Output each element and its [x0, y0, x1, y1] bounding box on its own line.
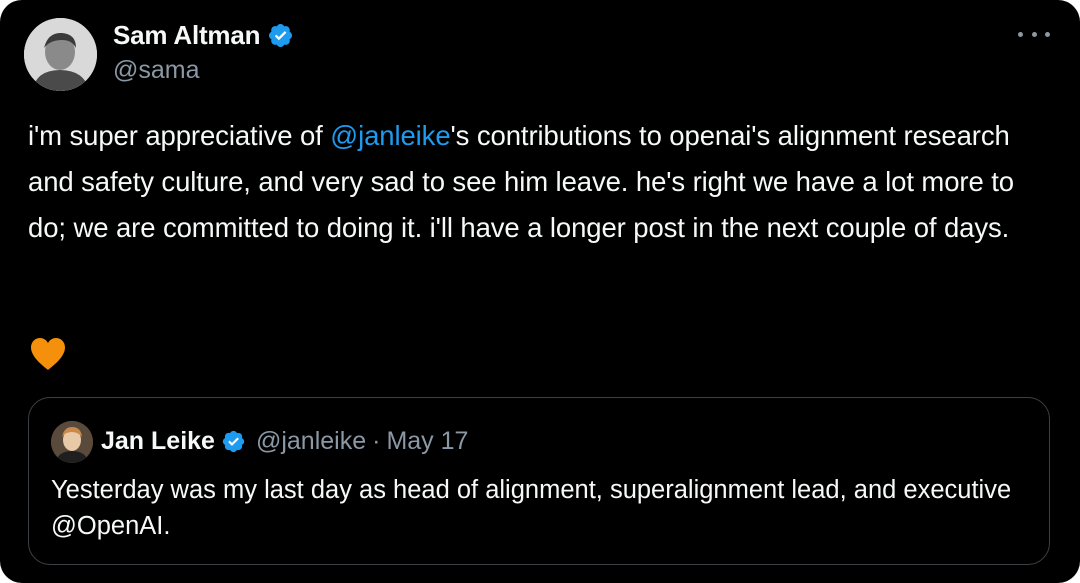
tweet-card: Sam Altman @sama i'm super appreciative … — [0, 0, 1080, 583]
quoted-tweet-date[interactable]: May 17 — [386, 427, 468, 456]
author-avatar[interactable] — [24, 18, 97, 91]
more-dot — [1018, 31, 1023, 37]
author-name-row: Sam Altman — [113, 19, 294, 51]
mention-link[interactable]: @janleike — [330, 120, 450, 151]
tweet-text: i'm super appreciative of @janleike's co… — [28, 113, 1058, 251]
separator-dot: · — [372, 426, 381, 455]
orange-heart-icon — [31, 338, 65, 370]
author-avatar-image — [24, 18, 97, 91]
quoted-author-name[interactable]: Jan Leike — [101, 427, 215, 456]
quoted-author-avatar[interactable] — [51, 421, 93, 463]
verified-badge-icon — [222, 430, 245, 452]
author-handle[interactable]: @sama — [113, 56, 200, 85]
author-name[interactable]: Sam Altman — [113, 20, 261, 51]
more-horizontal-icon[interactable] — [1018, 24, 1050, 44]
tweet-text-start: i'm super appreciative of — [28, 120, 331, 151]
quoted-tweet[interactable]: Jan Leike @janleike · May 17 Yesterday w… — [28, 397, 1050, 565]
more-dot — [1045, 31, 1050, 37]
quoted-author-handle[interactable]: @janleike — [256, 427, 366, 456]
quoted-tweet-text: Yesterday was my last day as head of ali… — [51, 476, 1012, 540]
more-dot — [1031, 31, 1037, 37]
quoted-avatar-image — [51, 421, 93, 463]
quoted-tweet-header: Jan Leike @janleike · May 17 — [101, 423, 468, 459]
verified-badge-icon[interactable] — [267, 22, 294, 49]
